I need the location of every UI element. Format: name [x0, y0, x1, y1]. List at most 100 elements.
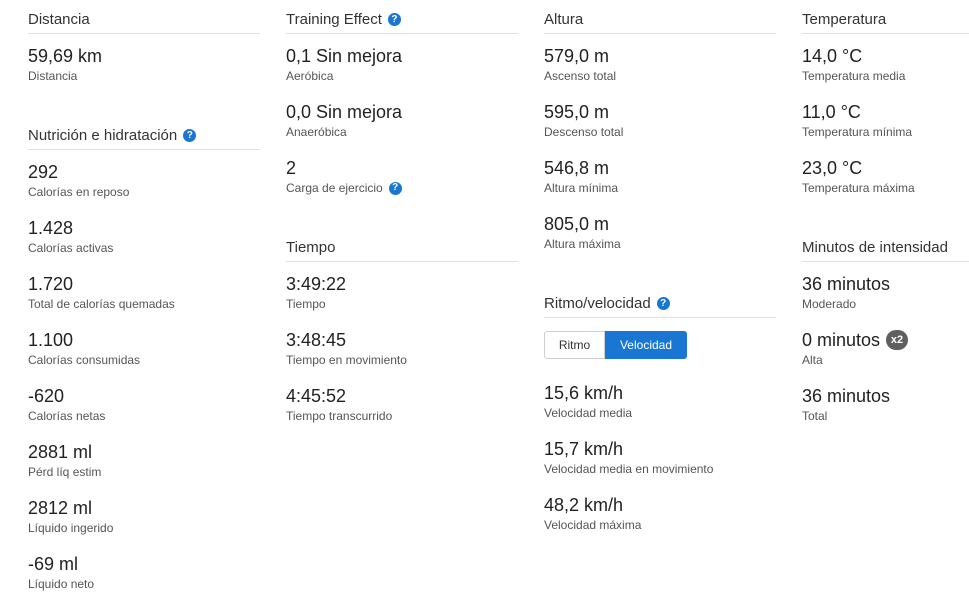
stat-label: Aeróbica	[286, 69, 334, 83]
stat-label: Velocidad máxima	[544, 518, 642, 532]
section-training-effect: Training Effect? 0,1 Sin mejora Aeróbica …	[286, 6, 518, 202]
section-title: Training Effect?	[286, 6, 518, 34]
stat-label: Velocidad media	[544, 406, 633, 420]
help-icon[interactable]: ?	[656, 297, 670, 310]
stat-temperatura-maxima: 23,0 °C Temperatura máxima	[802, 156, 969, 202]
stat-label: Líquido neto	[28, 577, 95, 591]
stat-value: 36 minutos	[802, 274, 891, 294]
pace-speed-toggle: Ritmo Velocidad	[544, 331, 776, 359]
stat-label: Tiempo en movimiento	[286, 353, 407, 367]
section-temperatura: Temperatura 14,0 °C Temperatura media 11,…	[802, 6, 969, 202]
stat-temperatura-minima: 11,0 °C Temperatura mínima	[802, 100, 969, 146]
stat-alta: 0 minutos x2 Alta	[802, 328, 969, 374]
stat-value: 15,7 km/h	[544, 439, 624, 459]
section-title: Ritmo/velocidad?	[544, 290, 776, 318]
stat-value: 579,0 m	[544, 46, 610, 66]
stat-ascenso-total: 579,0 m Ascenso total	[544, 44, 776, 90]
stat-value: -69 ml	[28, 554, 79, 574]
stat-label: Calorías en reposo	[28, 185, 130, 199]
multiplier-badge: x2	[886, 330, 909, 350]
stat-label: Alta	[802, 353, 823, 367]
section-title: Nutrición e hidratación?	[28, 122, 260, 150]
stat-value: 3:49:22	[286, 274, 347, 294]
stat-value: -620	[28, 386, 65, 406]
section-nutricion: Nutrición e hidratación? 292 Calorías en …	[28, 122, 260, 598]
stat-velocidad-media-movimiento: 15,7 km/h Velocidad media en movimiento	[544, 437, 776, 483]
stat-label: Líquido ingerido	[28, 521, 114, 535]
stat-value: 805,0 m	[544, 214, 610, 234]
column-4: Temperatura 14,0 °C Temperatura media 11,…	[802, 0, 969, 430]
column-1: Distancia 59,69 km Distancia Nutrición e…	[28, 0, 260, 598]
stat-value: 0,1 Sin mejora	[286, 46, 403, 66]
stat-label: Descenso total	[544, 125, 624, 139]
stat-label: Tiempo transcurrido	[286, 409, 393, 423]
stat-value: 1.720	[28, 274, 74, 294]
stat-tiempo-movimiento: 3:48:45 Tiempo en movimiento	[286, 328, 518, 374]
section-title: Temperatura	[802, 6, 969, 34]
stat-distancia: 59,69 km Distancia	[28, 44, 260, 90]
stat-altura-minima: 546,8 m Altura mínima	[544, 156, 776, 202]
stat-label: Total de calorías quemadas	[28, 297, 175, 311]
stat-calorias-activas: 1.428 Calorías activas	[28, 216, 260, 262]
stat-label: Altura máxima	[544, 237, 621, 251]
stat-value: 4:45:52	[286, 386, 347, 406]
column-2: Training Effect? 0,1 Sin mejora Aeróbica …	[286, 0, 518, 430]
stat-value: 48,2 km/h	[544, 495, 624, 515]
stat-value: 2881 ml	[28, 442, 93, 462]
column-3: Altura 579,0 m Ascenso total 595,0 m Desce…	[544, 0, 776, 539]
stat-value: 36 minutos	[802, 386, 891, 406]
section-minutos-intensidad: Minutos de intensidad 36 minutos Moderado…	[802, 234, 969, 430]
stat-value: 59,69 km	[28, 46, 103, 66]
help-icon[interactable]: ?	[387, 13, 401, 26]
stat-label: Distancia	[28, 69, 78, 83]
stat-value: 0 minutos x2	[802, 328, 969, 352]
stat-label: Anaeróbica	[286, 125, 347, 139]
section-title: Minutos de intensidad	[802, 234, 969, 262]
stat-value: 3:48:45	[286, 330, 347, 350]
stat-label: Altura mínima	[544, 181, 619, 195]
stat-value: 2	[286, 158, 297, 178]
stat-label: Temperatura máxima	[802, 181, 915, 195]
stat-aerobica: 0,1 Sin mejora Aeróbica	[286, 44, 518, 90]
help-icon[interactable]: ?	[388, 181, 402, 195]
stat-calorias-reposo: 292 Calorías en reposo	[28, 160, 260, 206]
stat-value: 546,8 m	[544, 158, 610, 178]
stat-perd-liq: 2881 ml Pérd líq estim	[28, 440, 260, 486]
stat-label: Calorías activas	[28, 241, 114, 255]
section-altura: Altura 579,0 m Ascenso total 595,0 m Desce…	[544, 6, 776, 258]
toggle-velocidad-button[interactable]: Velocidad	[605, 331, 687, 359]
section-distancia: Distancia 59,69 km Distancia	[28, 6, 260, 90]
stat-label: Carga de ejercicio?	[286, 180, 518, 196]
stat-liquido-neto: -69 ml Líquido neto	[28, 552, 260, 598]
section-title: Altura	[544, 6, 776, 34]
stat-carga-ejercicio: 2 Carga de ejercicio?	[286, 156, 518, 202]
stat-tiempo: 3:49:22 Tiempo	[286, 272, 518, 318]
stat-calorias-consumidas: 1.100 Calorías consumidas	[28, 328, 260, 374]
stat-value: 1.100	[28, 330, 74, 350]
stat-anaerobica: 0,0 Sin mejora Anaeróbica	[286, 100, 518, 146]
stat-altura-maxima: 805,0 m Altura máxima	[544, 212, 776, 258]
stat-value: 0,0 Sin mejora	[286, 102, 403, 122]
section-ritmo-velocidad: Ritmo/velocidad? Ritmo Velocidad 15,6 km…	[544, 290, 776, 539]
help-icon[interactable]: ?	[183, 129, 197, 142]
stat-label: Pérd líq estim	[28, 465, 102, 479]
stat-label: Temperatura mínima	[802, 125, 913, 139]
stat-temperatura-media: 14,0 °C Temperatura media	[802, 44, 969, 90]
stat-label: Calorías consumidas	[28, 353, 141, 367]
stat-label: Temperatura media	[802, 69, 906, 83]
stat-total-calorias: 1.720 Total de calorías quemadas	[28, 272, 260, 318]
stat-liquido-ingerido: 2812 ml Líquido ingerido	[28, 496, 260, 542]
stat-label: Total	[802, 409, 828, 423]
stat-descenso-total: 595,0 m Descenso total	[544, 100, 776, 146]
stat-label: Ascenso total	[544, 69, 617, 83]
stat-value: 595,0 m	[544, 102, 610, 122]
stat-calorias-netas: -620 Calorías netas	[28, 384, 260, 430]
stat-velocidad-maxima: 48,2 km/h Velocidad máxima	[544, 493, 776, 539]
stat-value: 1.428	[28, 218, 74, 238]
section-title: Tiempo	[286, 234, 518, 262]
toggle-ritmo-button[interactable]: Ritmo	[544, 331, 605, 359]
stat-value: 14,0 °C	[802, 46, 863, 66]
section-title: Distancia	[28, 6, 260, 34]
section-tiempo: Tiempo 3:49:22 Tiempo 3:48:45 Tiempo en mo…	[286, 234, 518, 430]
stat-moderado: 36 minutos Moderado	[802, 272, 969, 318]
